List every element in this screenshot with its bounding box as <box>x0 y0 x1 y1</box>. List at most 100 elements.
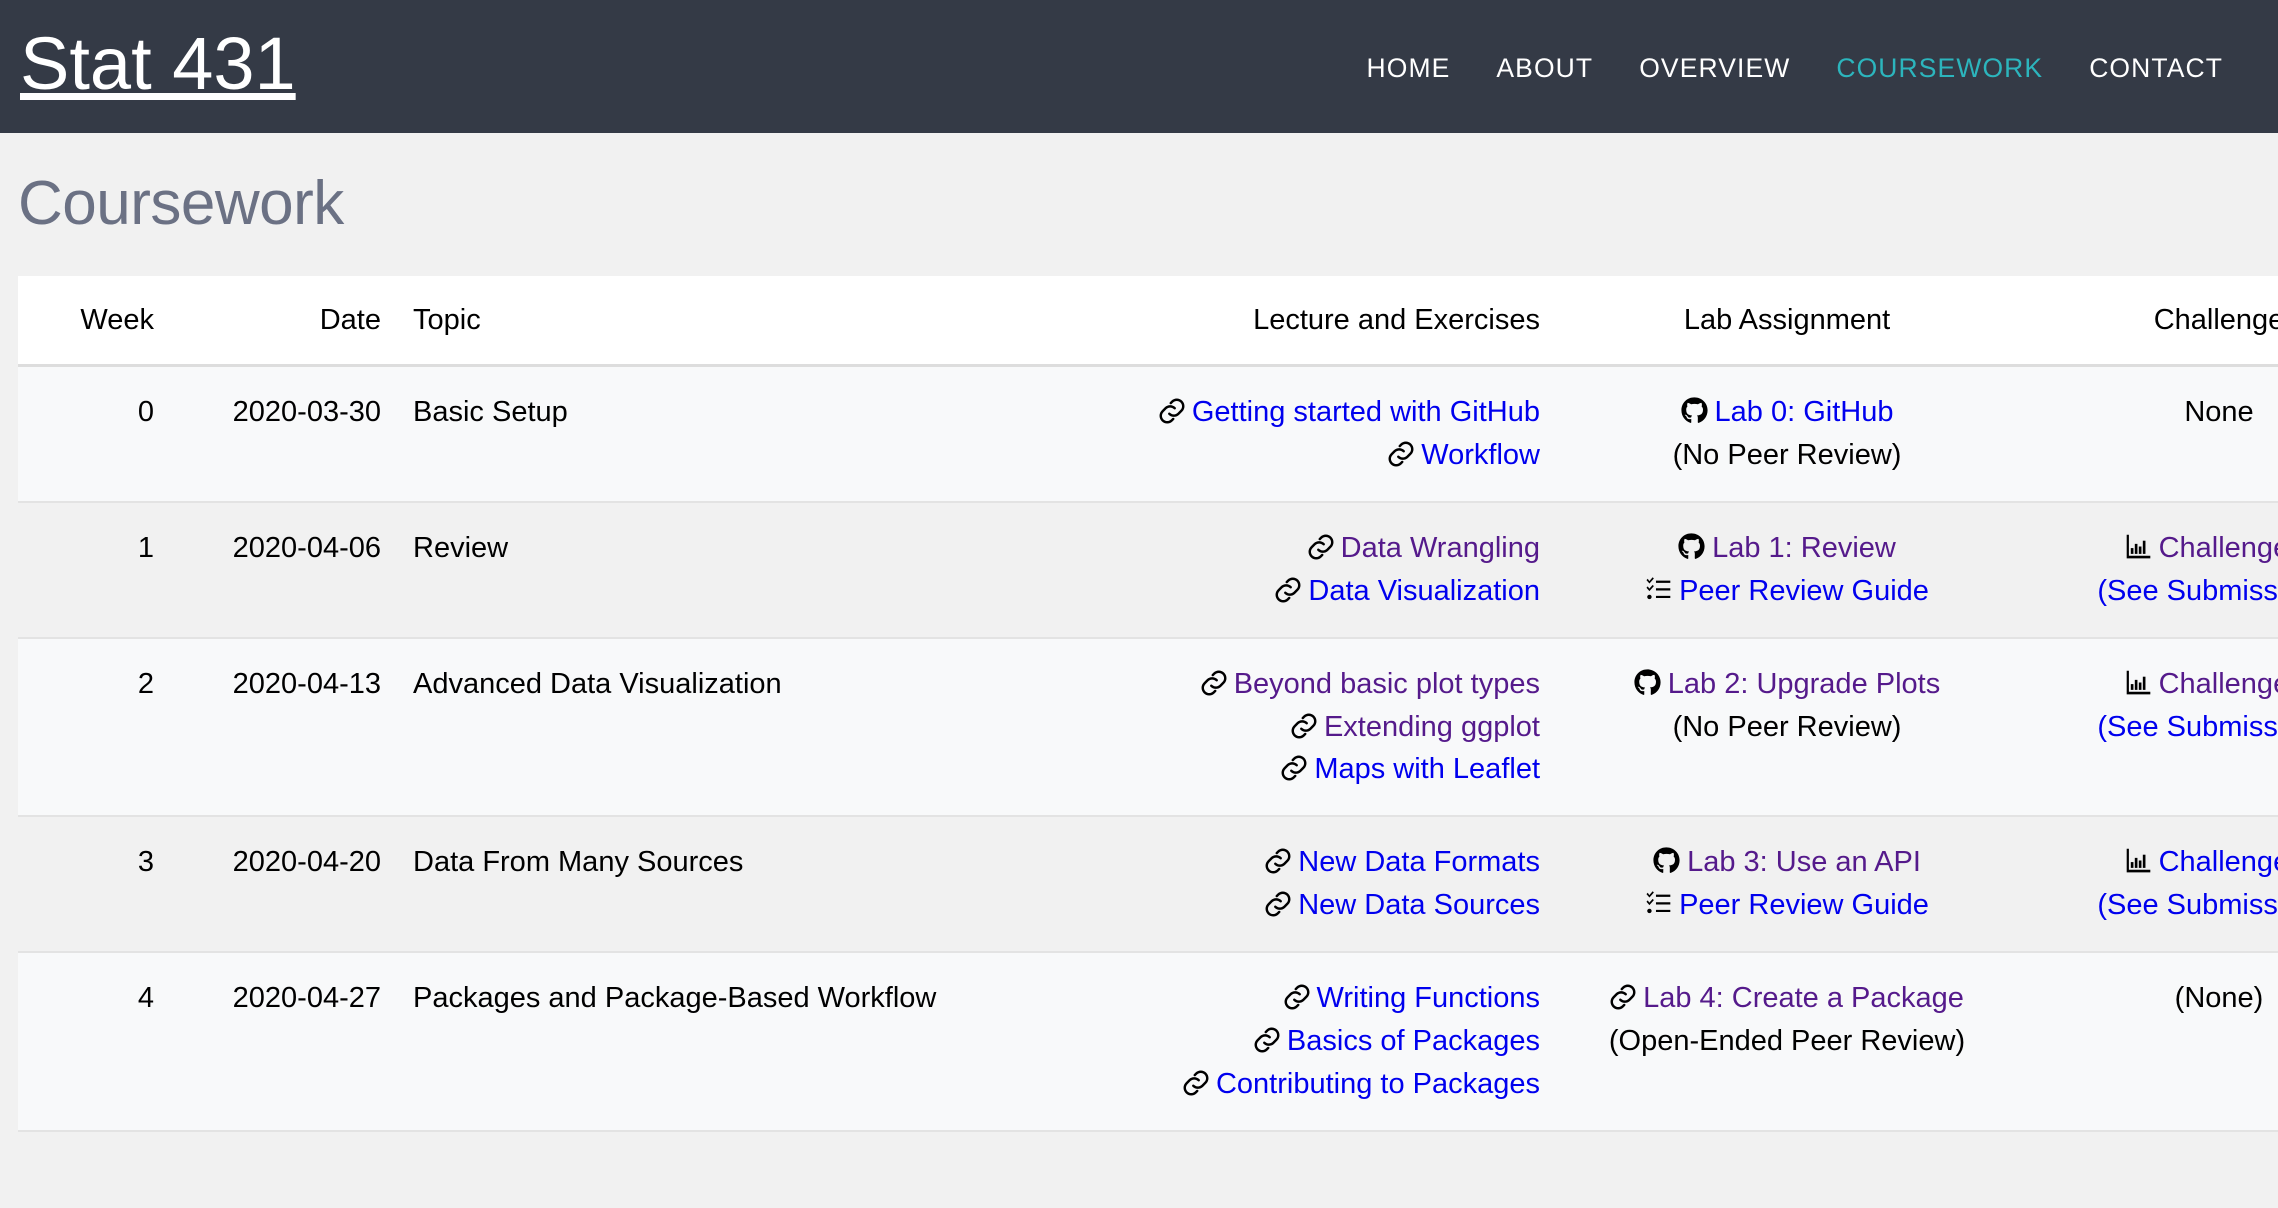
lecture-link[interactable]: New Data Sources <box>1298 889 1540 921</box>
chart-icon <box>2125 669 2152 696</box>
link-icon <box>1201 670 1227 696</box>
challenge-line: (See Submissions) <box>2034 884 2278 927</box>
cell-week: 3 <box>18 816 170 952</box>
cell-challenge: Challenge 2 (See Submissions) <box>2018 638 2278 817</box>
chart-icon <box>2125 847 2152 874</box>
cell-lab: Lab 0: GitHub (No Peer Review) <box>1556 366 2018 502</box>
cell-week: 0 <box>18 366 170 502</box>
lecture-link[interactable]: Contributing to Packages <box>1216 1068 1540 1100</box>
cell-week: 2 <box>18 638 170 817</box>
github-icon <box>1634 669 1661 696</box>
cell-challenge: (None) <box>2018 952 2278 1131</box>
lab-link[interactable]: Lab 4: Create a Package <box>1643 982 1964 1014</box>
lab-text: (No Peer Review) <box>1673 711 1902 743</box>
challenge-link[interactable]: (See Submissions) <box>2097 711 2278 743</box>
cell-topic: Packages and Package-Based Workflow <box>397 952 1069 1131</box>
lab-link[interactable]: Lab 2: Upgrade Plots <box>1668 668 1940 700</box>
lab-link[interactable]: Lab 0: GitHub <box>1715 396 1894 428</box>
challenge-link[interactable]: Challenge 3 <box>2159 846 2278 878</box>
link-icon <box>1183 1070 1209 1096</box>
link-icon <box>1265 891 1291 917</box>
challenge-link[interactable]: Challenge 2 <box>2159 668 2278 700</box>
column-header-challenge: Challenge <box>2018 276 2278 366</box>
lecture-link[interactable]: Workflow <box>1421 439 1540 471</box>
lecture-line: Getting started with GitHub <box>1085 391 1540 434</box>
lab-link[interactable]: Peer Review Guide <box>1679 575 1929 607</box>
chart-icon <box>2125 533 2152 560</box>
link-icon <box>1265 848 1291 874</box>
page-title: Coursework <box>0 133 2278 235</box>
lecture-line: Contributing to Packages <box>1085 1063 1540 1106</box>
lecture-link[interactable]: Writing Functions <box>1317 982 1541 1014</box>
challenge-text: (None) <box>2175 982 2264 1014</box>
table-header-row: Week Date Topic Lecture and Exercises La… <box>18 276 2278 366</box>
main-navigation: HOMEABOUTOVERVIEWCOURSEWORKCONTACT <box>1344 53 2247 84</box>
lecture-link[interactable]: Getting started with GitHub <box>1192 396 1540 428</box>
nav-link-home[interactable]: HOME <box>1344 53 1474 84</box>
lecture-link[interactable]: Basics of Packages <box>1287 1025 1540 1057</box>
link-icon <box>1284 984 1310 1010</box>
lecture-link[interactable]: Data Wrangling <box>1341 532 1540 564</box>
nav-link-coursework[interactable]: COURSEWORK <box>1813 53 2066 84</box>
table-row: 22020-04-13Advanced Data VisualizationBe… <box>18 638 2278 817</box>
challenge-link[interactable]: Challenge 1 <box>2159 532 2278 564</box>
table-row: 12020-04-06Review Data Wrangling Data Visu… <box>18 502 2278 638</box>
lecture-link[interactable]: Data Visualization <box>1308 575 1540 607</box>
cell-topic: Advanced Data Visualization <box>397 638 1069 817</box>
cell-lecture: Data Wrangling Data Visualization <box>1069 502 1556 638</box>
link-icon <box>1610 984 1636 1010</box>
table-row: 32020-04-20Data From Many Sources New Dat… <box>18 816 2278 952</box>
link-icon <box>1159 398 1185 424</box>
lab-link[interactable]: Lab 1: Review <box>1712 532 1896 564</box>
lab-link[interactable]: Lab 3: Use an API <box>1687 846 1921 878</box>
lecture-link[interactable]: Beyond basic plot types <box>1234 668 1540 700</box>
nav-link-overview[interactable]: OVERVIEW <box>1616 53 1813 84</box>
github-icon <box>1653 847 1680 874</box>
lab-line: (No Peer Review) <box>1572 434 2002 477</box>
column-header-date: Date <box>170 276 397 366</box>
lab-line: Lab 0: GitHub <box>1572 391 2002 434</box>
site-navbar: Stat 431 HOMEABOUTOVERVIEWCOURSEWORKCONT… <box>0 0 2278 133</box>
lecture-link[interactable]: New Data Formats <box>1298 846 1540 878</box>
lecture-line: Maps with Leaflet <box>1085 748 1540 791</box>
link-icon <box>1281 755 1307 781</box>
cell-challenge: Challenge 1 (See Submissions) <box>2018 502 2278 638</box>
cell-date: 2020-04-20 <box>170 816 397 952</box>
lecture-line: Data Visualization <box>1085 570 1540 613</box>
challenge-line: Challenge 2 <box>2034 663 2278 706</box>
link-icon <box>1308 534 1334 560</box>
lab-link[interactable]: Peer Review Guide <box>1679 889 1929 921</box>
cell-topic: Review <box>397 502 1069 638</box>
cell-challenge: None <box>2018 366 2278 502</box>
cell-date: 2020-04-06 <box>170 502 397 638</box>
lecture-link[interactable]: Extending ggplot <box>1324 711 1540 743</box>
lab-line: (Open-Ended Peer Review) <box>1572 1020 2002 1063</box>
cell-lab: Lab 1: Review Peer Review Guide <box>1556 502 2018 638</box>
table-row: 02020-03-30Basic SetupGetting started wi… <box>18 366 2278 502</box>
lecture-line: Data Wrangling <box>1085 527 1540 570</box>
challenge-text: None <box>2184 396 2253 428</box>
github-icon <box>1678 533 1705 560</box>
column-header-lecture: Lecture and Exercises <box>1069 276 1556 366</box>
nav-link-about[interactable]: ABOUT <box>1473 53 1616 84</box>
lecture-link[interactable]: Maps with Leaflet <box>1314 753 1540 785</box>
challenge-line: None <box>2034 391 2278 434</box>
nav-link-contact[interactable]: CONTACT <box>2066 53 2246 84</box>
cell-topic: Basic Setup <box>397 366 1069 502</box>
cell-topic: Data From Many Sources <box>397 816 1069 952</box>
lab-line: Lab 4: Create a Package <box>1572 977 2002 1020</box>
challenge-line: (None) <box>2034 977 2278 1020</box>
lecture-line: Basics of Packages <box>1085 1020 1540 1063</box>
coursework-table: Week Date Topic Lecture and Exercises La… <box>18 276 2278 1132</box>
cell-week: 1 <box>18 502 170 638</box>
cell-lab: Lab 3: Use an API Peer Review Guide <box>1556 816 2018 952</box>
lab-line: (No Peer Review) <box>1572 706 2002 749</box>
challenge-line: Challenge 3 <box>2034 841 2278 884</box>
column-header-week: Week <box>18 276 170 366</box>
cell-date: 2020-04-27 <box>170 952 397 1131</box>
site-brand[interactable]: Stat 431 <box>20 27 296 101</box>
challenge-link[interactable]: (See Submissions) <box>2097 889 2278 921</box>
lecture-line: Workflow <box>1085 434 1540 477</box>
cell-challenge: Challenge 3 (See Submissions) <box>2018 816 2278 952</box>
challenge-link[interactable]: (See Submissions) <box>2097 575 2278 607</box>
